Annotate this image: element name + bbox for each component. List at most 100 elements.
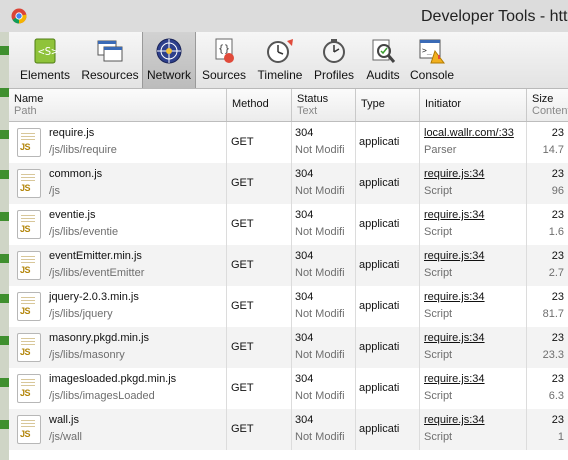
status-code: 304	[295, 291, 314, 303]
type: applicati	[359, 136, 400, 148]
column-header-name[interactable]: Name Path	[9, 89, 227, 121]
status-code: 304	[295, 332, 314, 344]
table-row[interactable]: JS wall.js /js/wall GET 304 Not Modifi ap…	[9, 409, 568, 450]
size: 23	[551, 373, 564, 385]
tab-network[interactable]: Network	[142, 32, 196, 88]
initiator-type: Script	[424, 267, 453, 279]
js-file-icon: JS	[17, 169, 41, 198]
tab-console[interactable]: >_ Console	[406, 32, 458, 88]
title-bar: Developer Tools - http	[0, 0, 568, 33]
tab-timeline[interactable]: Timeline	[252, 32, 308, 88]
content-size: 23.3	[542, 349, 564, 361]
method: GET	[231, 136, 254, 148]
status-code: 304	[295, 168, 314, 180]
size: 23	[551, 209, 564, 221]
status-text: Not Modifi	[295, 144, 345, 156]
tab-profiles[interactable]: Profiles	[308, 32, 360, 88]
window-title: Developer Tools - http	[421, 8, 568, 25]
table-row[interactable]: JS eventEmitter.min.js /js/libs/eventEmi…	[9, 245, 568, 286]
js-file-icon: JS	[17, 292, 41, 321]
type: applicati	[359, 300, 400, 312]
js-file-icon: JS	[17, 210, 41, 239]
table-row[interactable]: JS jquery-2.0.3.min.js /js/libs/jquery G…	[9, 286, 568, 327]
table-row[interactable]: JS masonry.pkgd.min.js /js/libs/masonry …	[9, 327, 568, 368]
type: applicati	[359, 177, 400, 189]
status-text: Not Modifi	[295, 308, 345, 320]
status-text: Not Modifi	[295, 226, 345, 238]
initiator-link[interactable]: require.js:34	[424, 168, 485, 180]
status-code: 304	[295, 209, 314, 221]
content-size: 96	[551, 185, 564, 197]
method: GET	[231, 300, 254, 312]
column-header-status[interactable]: Status Text	[292, 89, 356, 121]
table-row[interactable]: JS eventie.js /js/libs/eventie GET 304 No…	[9, 204, 568, 245]
initiator-type: Script	[424, 308, 453, 320]
size: 23	[551, 250, 564, 262]
chrome-logo-icon	[11, 8, 27, 24]
console-icon: >_	[419, 39, 445, 64]
table-row[interactable]: JS imagesloaded.pkgd.min.js /js/libs/ima…	[9, 368, 568, 409]
size: 23	[551, 127, 564, 139]
audits-icon	[372, 39, 396, 63]
type: applicati	[359, 259, 400, 271]
name-cell: JS common.js /js	[9, 163, 227, 204]
method: GET	[231, 423, 254, 435]
status-text: Not Modifi	[295, 267, 345, 279]
content-size: 6.3	[548, 390, 564, 402]
initiator-type: Script	[424, 185, 453, 197]
tab-elements[interactable]: <S> Elements	[12, 32, 78, 88]
initiator-type: Parser	[424, 144, 457, 156]
size: 23	[551, 332, 564, 344]
content-size: 1	[557, 431, 564, 443]
svg-text:<S>: <S>	[38, 45, 58, 58]
method: GET	[231, 382, 254, 394]
initiator-type: Script	[424, 431, 453, 443]
status-text: Not Modifi	[295, 431, 345, 443]
size: 23	[551, 291, 564, 303]
table-row[interactable]: JS require.js /js/libs/require GET 304 No…	[9, 122, 568, 163]
js-file-icon: JS	[17, 415, 41, 444]
content-size: 1.6	[548, 226, 564, 238]
network-icon	[156, 38, 182, 64]
initiator-type: Script	[424, 226, 453, 238]
name-cell: JS masonry.pkgd.min.js /js/libs/masonry	[9, 327, 227, 368]
tab-resources[interactable]: Resources	[78, 32, 142, 88]
status-code: 304	[295, 250, 314, 262]
name-cell: JS wall.js /js/wall	[9, 409, 227, 450]
name-cell: JS jquery-2.0.3.min.js /js/libs/jquery	[9, 286, 227, 327]
column-header-type[interactable]: Type	[356, 89, 420, 121]
column-header-method[interactable]: Method	[227, 89, 292, 121]
name-cell: JS eventEmitter.min.js /js/libs/eventEmi…	[9, 245, 227, 286]
table-header: Name Path Method Status Text Type Initia…	[9, 89, 568, 122]
name-cell: JS imagesloaded.pkgd.min.js /js/libs/ima…	[9, 368, 227, 409]
content-size: 14.7	[542, 144, 564, 156]
tab-audits[interactable]: Audits	[360, 32, 406, 88]
initiator-link[interactable]: require.js:34	[424, 373, 485, 385]
content-size: 2.7	[548, 267, 564, 279]
content-size: 81.7	[542, 308, 564, 320]
initiator-link[interactable]: require.js:34	[424, 250, 485, 262]
sources-icon: {}	[215, 38, 234, 63]
devtools-toolbar: <S> Elements Resources Network {} Source…	[9, 32, 568, 89]
elements-icon: <S>	[34, 38, 58, 64]
column-header-initiator[interactable]: Initiator	[420, 89, 527, 121]
initiator-link[interactable]: require.js:34	[424, 414, 485, 426]
tab-sources[interactable]: {} Sources	[196, 32, 252, 88]
method: GET	[231, 177, 254, 189]
type: applicati	[359, 423, 400, 435]
method: GET	[231, 218, 254, 230]
svg-text:>_: >_	[422, 46, 432, 55]
column-header-size[interactable]: Size Content	[527, 89, 568, 121]
profiles-icon	[323, 39, 345, 63]
initiator-link[interactable]: local.wallr.com/:33	[424, 127, 514, 139]
status-text: Not Modifi	[295, 349, 345, 361]
method: GET	[231, 259, 254, 271]
initiator-link[interactable]: require.js:34	[424, 291, 485, 303]
table-row[interactable]: JS common.js /js GET 304 Not Modifi appli…	[9, 163, 568, 204]
status-code: 304	[295, 414, 314, 426]
network-table: Name Path Method Status Text Type Initia…	[9, 89, 568, 460]
size: 23	[551, 414, 564, 426]
initiator-link[interactable]: require.js:34	[424, 332, 485, 344]
timeline-icon	[267, 39, 293, 63]
initiator-link[interactable]: require.js:34	[424, 209, 485, 221]
